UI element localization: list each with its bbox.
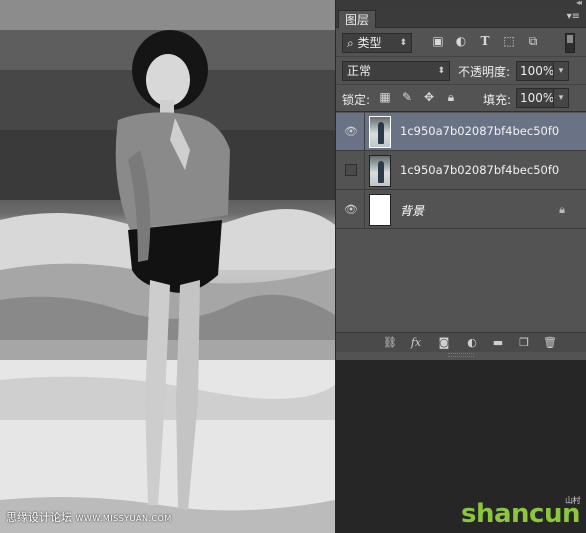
panel-resize-grip[interactable]	[448, 353, 474, 357]
layer-thumbnail	[369, 116, 391, 148]
type-filter-icon[interactable]: T	[478, 34, 492, 48]
collapse-icon[interactable]: ◂◂	[576, 0, 582, 7]
fill-input[interactable]: 100%	[516, 88, 554, 108]
opacity-dropdown-button[interactable]: ▾	[553, 61, 569, 81]
lock-label: 锁定:	[342, 93, 371, 107]
fill-label: 填充:	[483, 93, 512, 107]
watermark-text: shancun	[461, 499, 580, 529]
lock-all-icon[interactable]: 🔒︎	[444, 90, 458, 104]
blend-row: 正常 ⬍ 不透明度: 100% ▾	[336, 58, 586, 85]
photo-caption: 思缘设计论坛 WWW.MISSYUAN.COM	[6, 509, 172, 525]
search-icon: ⌕	[347, 36, 358, 50]
filter-toggle[interactable]	[565, 33, 575, 53]
layer-name[interactable]: 1c950a7b02087bf4bec50f03f...	[400, 163, 560, 177]
opacity-label: 不透明度:	[458, 65, 511, 79]
filter-kind-select[interactable]: ⌕ 类型 ⬍	[342, 33, 412, 53]
eye-icon[interactable]: 👁︎	[344, 203, 358, 217]
filter-kind-label: 类型	[357, 36, 382, 50]
add-mask-icon[interactable]: ◙	[436, 335, 452, 351]
layer-thumbnail	[369, 194, 391, 226]
caption-main: 思缘设计论坛	[6, 511, 72, 524]
lock-transparency-icon[interactable]: ▦	[378, 90, 392, 104]
eye-icon[interactable]: 👁︎	[344, 125, 358, 139]
photo-image	[0, 0, 335, 533]
blend-mode-select[interactable]: 正常 ⬍	[342, 61, 450, 81]
image-filter-icon[interactable]: ▣	[431, 34, 445, 48]
panel-topbar: ◂◂	[336, 0, 586, 9]
new-layer-icon[interactable]: ❐	[516, 335, 532, 351]
chevron-updown-icon: ⬍	[437, 66, 445, 76]
lock-pixels-icon[interactable]: ✎	[400, 90, 414, 104]
lock-icon: 🔒︎	[559, 203, 565, 216]
smartobject-filter-icon[interactable]: ⧉	[526, 34, 540, 48]
shape-filter-icon[interactable]: ⬚	[502, 34, 516, 48]
adjustment-layer-icon[interactable]: ◐	[464, 335, 480, 351]
new-group-icon[interactable]: ▬	[490, 335, 506, 351]
filter-row: ⌕ 类型 ⬍ ▣ ◐ T ⬚ ⧉	[336, 29, 586, 57]
visibility-toggle-off[interactable]	[345, 164, 357, 176]
document-canvas[interactable]: 思缘设计论坛 WWW.MISSYUAN.COM	[0, 0, 335, 533]
caption-url: WWW.MISSYUAN.COM	[75, 514, 172, 523]
watermark-logo: shancun 山村	[461, 496, 580, 529]
link-layers-icon[interactable]: ⛓	[382, 335, 398, 351]
layer-style-icon[interactable]: fx	[408, 335, 424, 351]
opacity-input[interactable]: 100%	[516, 61, 554, 81]
layers-list: 👁︎ 1c950a7b02087bf4bec50f03f... 1c950a7b…	[336, 113, 586, 331]
adjustment-filter-icon[interactable]: ◐	[454, 34, 468, 48]
trash-icon[interactable]: 🗑︎	[542, 335, 558, 351]
layers-bottom-bar: ⛓ fx ◙ ◐ ▬ ❐ 🗑︎	[336, 332, 586, 352]
panel-menu-icon[interactable]: ▾≡	[567, 11, 580, 22]
panel-tabbar: 图层 ▾≡	[336, 9, 586, 28]
layer-row[interactable]: 👁︎ 背景 🔒︎	[336, 191, 586, 229]
layer-name[interactable]: 背景	[400, 202, 560, 219]
layer-name[interactable]: 1c950a7b02087bf4bec50f03f...	[400, 124, 560, 138]
layer-row[interactable]: 1c950a7b02087bf4bec50f03f...	[336, 152, 586, 190]
layers-panel: ◂◂ 图层 ▾≡ ⌕ 类型 ⬍ ▣ ◐ T ⬚ ⧉ 正常 ⬍ 不透明度: 100…	[335, 0, 586, 360]
fill-dropdown-button[interactable]: ▾	[553, 88, 569, 108]
watermark-sub: 山村	[565, 496, 581, 505]
lock-position-icon[interactable]: ✥	[422, 90, 436, 104]
layer-thumbnail	[369, 155, 391, 187]
tab-layers[interactable]: 图层	[338, 10, 377, 28]
lock-row: 锁定: ▦ ✎ ✥ 🔒︎ 填充: 100% ▾	[336, 86, 586, 112]
chevron-updown-icon: ⬍	[399, 38, 407, 48]
layer-row[interactable]: 👁︎ 1c950a7b02087bf4bec50f03f...	[336, 113, 586, 151]
blend-mode-label: 正常	[347, 64, 372, 78]
